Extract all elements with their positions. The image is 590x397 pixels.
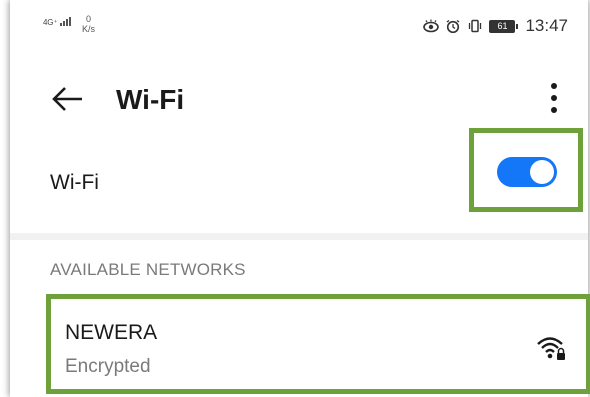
toggle-knob [530,160,554,184]
network-speed: 0 K/s [82,14,95,34]
alarm-icon [447,19,460,33]
status-icons: 61 13:47 [423,16,568,36]
section-divider [10,233,588,240]
toggle-highlight [469,128,583,212]
signal-bars-icon [60,17,72,26]
page-title: Wi-Fi [116,84,185,115]
app-bar: Wi-Fi [10,70,588,130]
speed-value: 0 [86,14,92,24]
more-vertical-icon[interactable] [550,80,558,116]
network-type: 4G⁺ [43,18,58,27]
phone-screen: 4G⁺ 0 K/s 61 13:47 Wi-Fi Wi-Fi AVAILABLE… [10,0,590,397]
arrow-left-icon[interactable] [50,84,84,114]
available-networks-header: AVAILABLE NETWORKS [50,260,246,279]
wifi-lock-icon [537,337,565,360]
wifi-label: Wi-Fi [50,171,99,194]
network-name: NEWERA [65,321,158,344]
wifi-toggle-row[interactable]: Wi-Fi [10,128,588,230]
wifi-toggle-switch[interactable] [497,157,557,187]
network-item[interactable]: NEWERA Encrypted [46,294,590,394]
status-bar: 4G⁺ 0 K/s 61 13:47 [10,0,588,40]
battery-indicator: 61 [489,19,519,33]
eye-comfort-icon [423,19,440,33]
clock: 13:47 [525,16,568,35]
network-status: Encrypted [65,356,151,377]
vibrate-icon [469,19,482,33]
signal-indicator: 4G⁺ [43,16,73,27]
speed-unit: K/s [82,24,96,34]
